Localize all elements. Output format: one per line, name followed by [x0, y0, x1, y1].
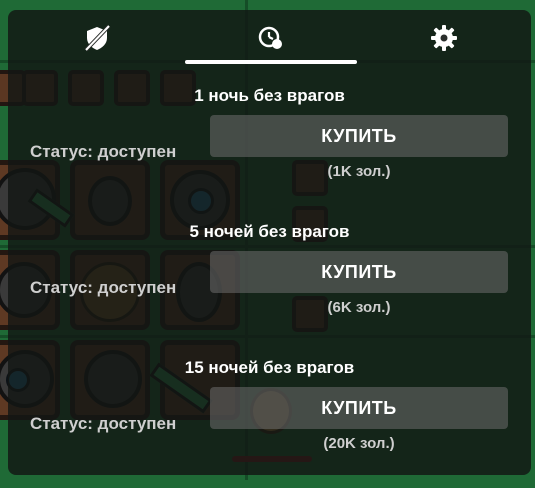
- buy-button[interactable]: КУПИТЬ: [210, 251, 508, 293]
- offer-item: 1 ночь без врагов Статус: доступен КУПИТ…: [8, 86, 531, 216]
- offer-title: 1 ночь без врагов: [194, 86, 345, 105]
- shop-panel: 1 ночь без врагов Статус: доступен КУПИТ…: [8, 10, 531, 475]
- clock-badge-icon: [258, 26, 282, 49]
- offer-status: Статус: доступен: [30, 414, 177, 433]
- gear-icon: [431, 25, 457, 51]
- offer-status: Статус: доступен: [30, 142, 177, 161]
- tab-settings[interactable]: [357, 10, 531, 66]
- tab-time-offers[interactable]: [184, 10, 358, 66]
- offer-title: 15 ночей без врагов: [184, 358, 355, 377]
- offer-item: 5 ночей без врагов Статус: доступен КУПИ…: [8, 222, 531, 352]
- offer-price: (1K зол.): [327, 163, 391, 180]
- tab-bar: [8, 10, 531, 66]
- buy-button[interactable]: КУПИТЬ: [210, 387, 508, 429]
- tab-no-enemies[interactable]: [10, 10, 184, 66]
- offer-status: Статус: доступен: [30, 278, 177, 297]
- offer-item: 15 ночей без врагов Статус: доступен КУП…: [8, 358, 531, 488]
- buy-button[interactable]: КУПИТЬ: [210, 115, 508, 157]
- crossed-shield-icon: [84, 24, 111, 52]
- offer-price: (20K зол.): [323, 435, 395, 452]
- offer-price: (6K зол.): [327, 299, 391, 316]
- offer-title: 5 ночей без врагов: [189, 222, 350, 241]
- active-tab-indicator: [185, 60, 357, 64]
